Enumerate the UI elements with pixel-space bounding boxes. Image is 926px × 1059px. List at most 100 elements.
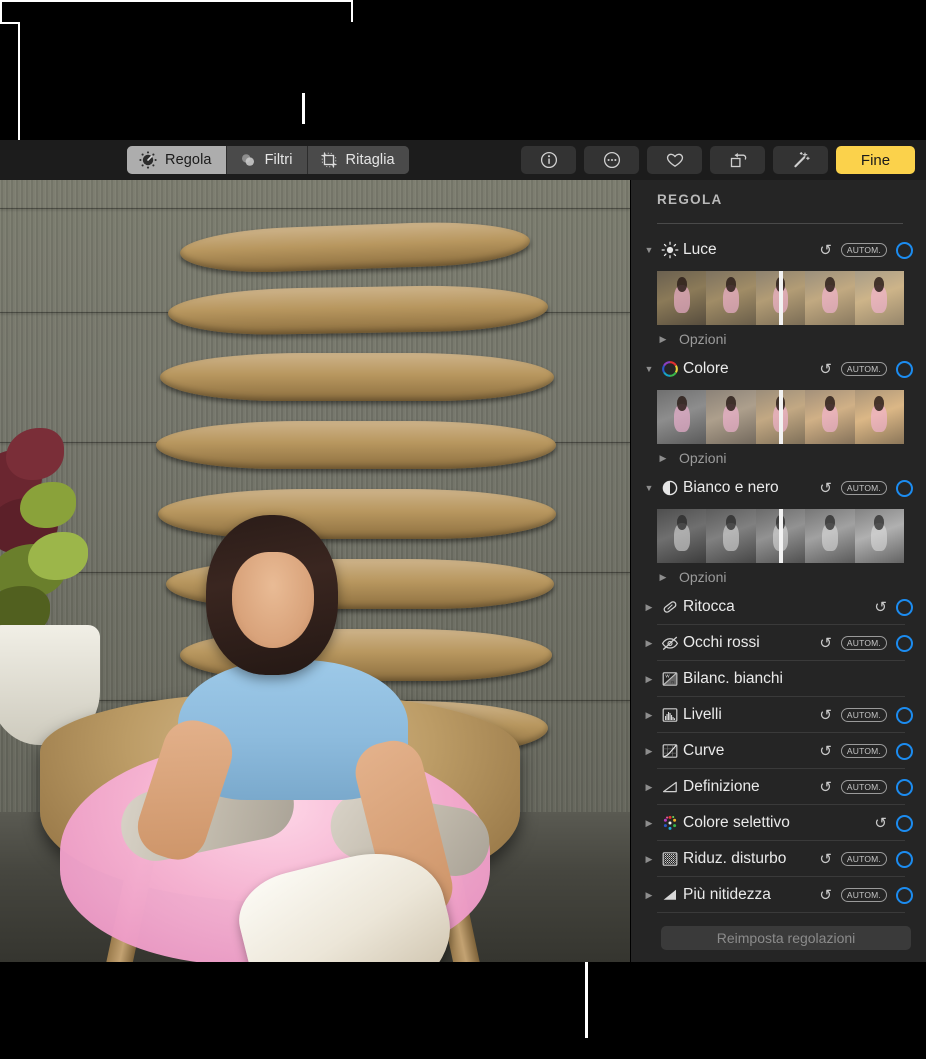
enable-toggle-knob[interactable] bbox=[896, 815, 913, 832]
variation-thumbnail[interactable] bbox=[805, 271, 854, 325]
enable-toggle-knob[interactable] bbox=[896, 887, 913, 904]
disclosure-triangle-closed[interactable]: ▶ bbox=[641, 782, 657, 793]
reset-undo-icon[interactable]: ↺ bbox=[819, 481, 832, 496]
variation-thumbnail[interactable] bbox=[657, 271, 706, 325]
disclosure-triangle-closed[interactable]: ▶ bbox=[641, 890, 657, 901]
options-disclosure-row[interactable]: ▶Opzioni bbox=[631, 327, 926, 351]
options-disclosure-row[interactable]: ▶Opzioni bbox=[631, 446, 926, 470]
enable-toggle-knob[interactable] bbox=[896, 361, 913, 378]
variation-thumbnail[interactable] bbox=[855, 509, 904, 563]
variation-thumbnail[interactable] bbox=[706, 390, 755, 444]
enable-toggle-knob[interactable] bbox=[896, 707, 913, 724]
row-controls: ↺ bbox=[874, 599, 926, 616]
variation-thumbnail[interactable] bbox=[805, 390, 854, 444]
enable-toggle-knob[interactable] bbox=[896, 480, 913, 497]
rotate-button[interactable] bbox=[710, 146, 765, 174]
photo-canvas[interactable] bbox=[0, 180, 630, 962]
variation-thumbnail-strip[interactable] bbox=[657, 390, 904, 444]
done-button[interactable]: Fine bbox=[836, 146, 915, 174]
variation-thumbnail[interactable] bbox=[657, 390, 706, 444]
variation-strip-handle[interactable] bbox=[779, 509, 783, 563]
adjustment-row[interactable]: ▶ Colore selettivo↺ bbox=[631, 805, 926, 841]
variation-thumbnail-strip[interactable] bbox=[657, 271, 904, 325]
adjustment-row[interactable]: ▶ W nBilanc. bianchi bbox=[631, 661, 926, 697]
adjustment-row[interactable]: ▶ Livelli↺AUTOM. bbox=[631, 697, 926, 733]
disclosure-triangle-closed[interactable]: ▶ bbox=[641, 854, 657, 865]
reset-undo-icon[interactable]: ↺ bbox=[819, 744, 832, 759]
tab-ritaglia[interactable]: Ritaglia bbox=[308, 146, 409, 174]
disclosure-triangle-closed[interactable]: ▶ bbox=[641, 638, 657, 649]
adjustment-row[interactable]: ▼ Colore↺AUTOM. bbox=[631, 351, 926, 387]
adjustment-row-label: Occhi rossi bbox=[683, 634, 760, 652]
adjustment-row[interactable]: ▶ Occhi rossi ↺ AUTOM. bbox=[631, 625, 926, 661]
auto-button[interactable]: AUTOM. bbox=[841, 780, 887, 795]
reset-undo-icon[interactable]: ↺ bbox=[819, 243, 832, 258]
adjustment-row[interactable]: ▼ Bianco e nero↺AUTOM. bbox=[631, 470, 926, 506]
auto-button[interactable]: AUTOM. bbox=[841, 362, 887, 377]
more-button[interactable] bbox=[584, 146, 639, 174]
variation-thumbnail[interactable] bbox=[805, 509, 854, 563]
enable-toggle-knob[interactable] bbox=[896, 743, 913, 760]
auto-button[interactable]: AUTOM. bbox=[841, 744, 887, 759]
auto-button[interactable]: AUTOM. bbox=[841, 852, 887, 867]
variation-thumbnail-strip[interactable] bbox=[657, 509, 904, 563]
variation-strip-handle[interactable] bbox=[779, 271, 783, 325]
reset-adjustments-button[interactable]: Reimposta regolazioni bbox=[661, 926, 911, 950]
auto-button[interactable]: AUTOM. bbox=[841, 243, 887, 258]
sidebar-scroll-area[interactable]: ▼ Luce↺AUTOM.▶Opzioni▼ Colore↺AUTOM.▶Opz… bbox=[631, 232, 926, 962]
reset-undo-icon[interactable]: ↺ bbox=[819, 362, 832, 377]
variation-thumbnail[interactable] bbox=[855, 271, 904, 325]
reset-undo-icon[interactable]: ↺ bbox=[819, 780, 832, 795]
variation-thumbnail[interactable] bbox=[706, 509, 755, 563]
variation-thumbnail[interactable] bbox=[657, 509, 706, 563]
reset-undo-icon[interactable]: ↺ bbox=[819, 852, 832, 867]
disclosure-triangle-closed[interactable]: ▶ bbox=[641, 746, 657, 757]
disclosure-triangle-closed[interactable]: ▶ bbox=[641, 602, 657, 613]
disclosure-triangle-closed[interactable]: ▶ bbox=[641, 818, 657, 829]
reset-undo-icon[interactable]: ↺ bbox=[819, 636, 832, 651]
bandage-retouch-icon bbox=[657, 598, 683, 616]
enable-toggle-knob[interactable] bbox=[896, 599, 913, 616]
reset-undo-icon[interactable]: ↺ bbox=[874, 600, 887, 615]
disclosure-triangle-closed[interactable]: ▶ bbox=[641, 710, 657, 721]
tab-filtri[interactable]: Filtri bbox=[227, 146, 308, 174]
adjustment-row[interactable]: ▶ Definizione↺AUTOM. bbox=[631, 769, 926, 805]
adjustment-row[interactable]: ▶ Riduz. disturbo↺AUTOM. bbox=[631, 841, 926, 877]
disclosure-triangle-open[interactable]: ▼ bbox=[641, 245, 657, 255]
adjustment-row[interactable]: ▶ Più nitidezza↺AUTOM. bbox=[631, 877, 926, 913]
adjustment-row[interactable]: ▶ Curve↺AUTOM. bbox=[631, 733, 926, 769]
enhance-button[interactable] bbox=[773, 146, 828, 174]
favorite-button[interactable] bbox=[647, 146, 702, 174]
tab-regola[interactable]: Regola bbox=[127, 146, 227, 174]
enable-toggle-knob[interactable] bbox=[896, 635, 913, 652]
reset-undo-icon[interactable]: ↺ bbox=[819, 888, 832, 903]
disclosure-triangle-open[interactable]: ▼ bbox=[641, 483, 657, 493]
disclosure-triangle-closed[interactable]: ▶ bbox=[655, 334, 671, 345]
disclosure-triangle-closed[interactable]: ▶ bbox=[655, 453, 671, 464]
enable-toggle-knob[interactable] bbox=[896, 242, 913, 259]
variation-thumbnail[interactable] bbox=[855, 390, 904, 444]
auto-button[interactable]: AUTOM. bbox=[841, 888, 887, 903]
reset-undo-icon[interactable]: ↺ bbox=[819, 708, 832, 723]
variation-thumbnail[interactable] bbox=[706, 271, 755, 325]
adjustment-row[interactable]: ▼ Luce↺AUTOM. bbox=[631, 232, 926, 268]
disclosure-triangle-open[interactable]: ▼ bbox=[641, 364, 657, 374]
options-disclosure-row[interactable]: ▶Opzioni bbox=[631, 565, 926, 589]
adjustment-row[interactable]: ▶ Ritocca ↺ bbox=[631, 589, 926, 625]
sharpen-wedge-icon bbox=[657, 886, 683, 904]
done-button-label: Fine bbox=[861, 152, 890, 169]
info-button[interactable] bbox=[521, 146, 576, 174]
reset-undo-icon[interactable]: ↺ bbox=[874, 816, 887, 831]
enable-toggle-knob[interactable] bbox=[896, 851, 913, 868]
disclosure-triangle-closed[interactable]: ▶ bbox=[655, 572, 671, 583]
adjustment-row-label: Ritocca bbox=[683, 598, 735, 616]
variation-strip-handle[interactable] bbox=[779, 390, 783, 444]
enable-toggle-knob[interactable] bbox=[896, 779, 913, 796]
row-controls: ↺ AUTOM. bbox=[819, 635, 926, 652]
edit-mode-segmented-control[interactable]: Regola Filtri bbox=[127, 146, 409, 174]
auto-button[interactable]: AUTOM. bbox=[841, 708, 887, 723]
auto-button[interactable]: AUTOM. bbox=[841, 481, 887, 496]
auto-button[interactable]: AUTOM. bbox=[841, 636, 887, 651]
disclosure-triangle-closed[interactable]: ▶ bbox=[641, 674, 657, 685]
sidebar-title: REGOLA bbox=[657, 192, 723, 207]
